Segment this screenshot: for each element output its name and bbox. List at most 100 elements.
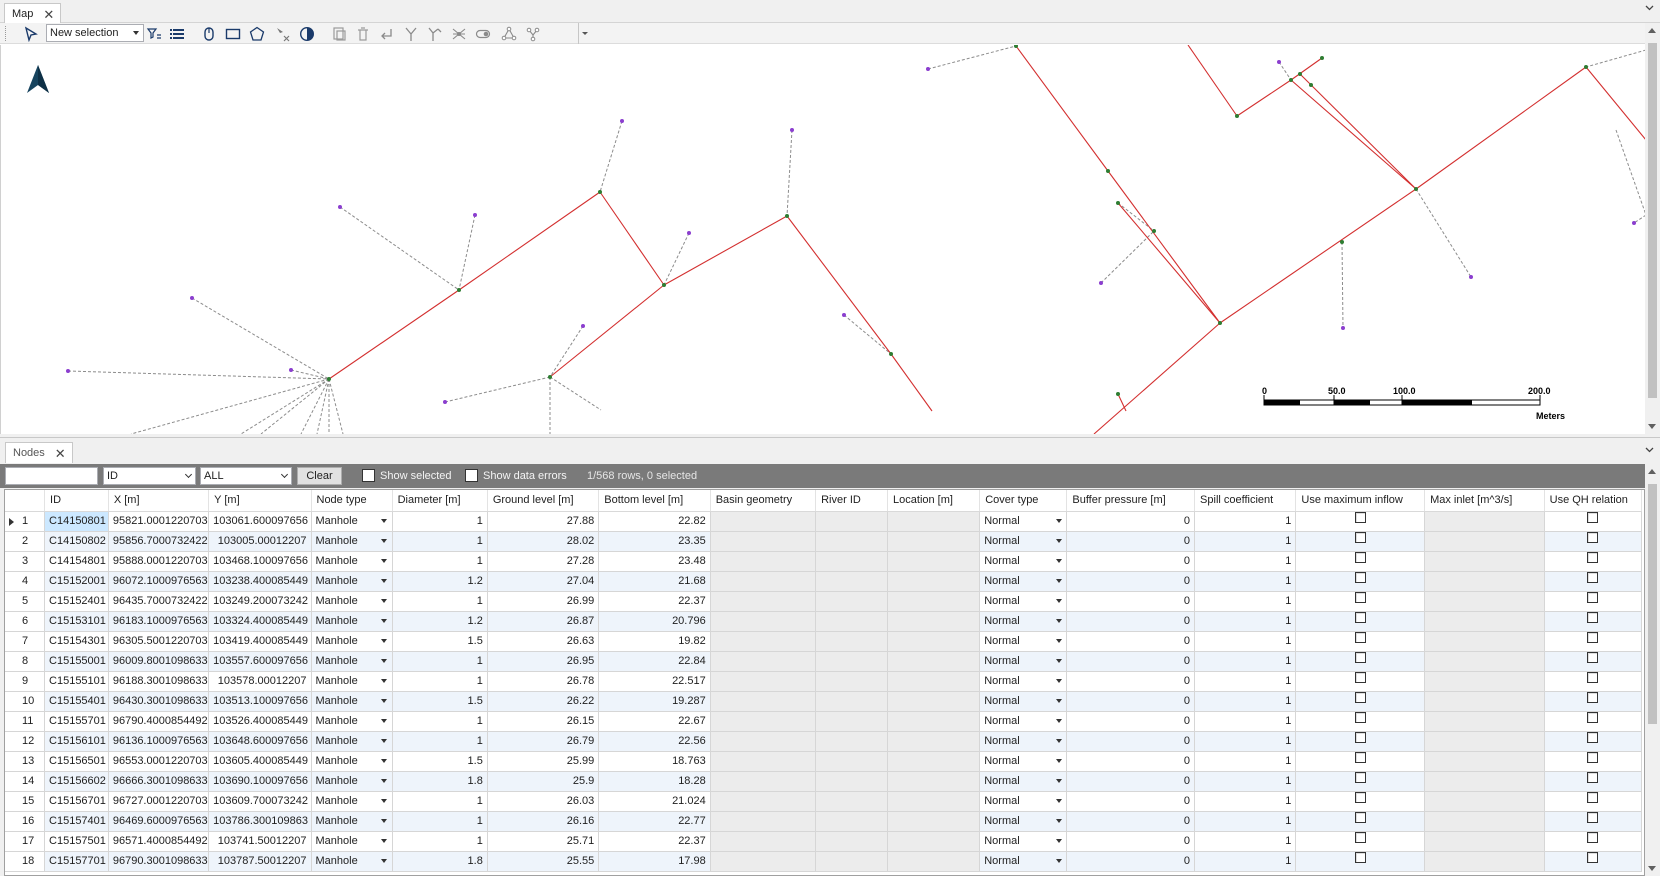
cell-buffer-pressure[interactable]: 0: [1066, 791, 1196, 812]
cell-spill-coefficient[interactable]: 1: [1194, 551, 1297, 572]
checkbox[interactable]: [1354, 612, 1366, 623]
cell-node-type[interactable]: Manhole: [311, 551, 393, 572]
cell-cover-type[interactable]: Normal: [979, 671, 1068, 692]
cell-use-qh-relation[interactable]: [1544, 851, 1643, 872]
checkbox[interactable]: [1587, 692, 1599, 703]
cell-buffer-pressure[interactable]: 0: [1066, 711, 1196, 732]
cell-x[interactable]: 96571.4000854492: [108, 831, 210, 852]
cell-x[interactable]: 96790.4000854492: [108, 711, 210, 732]
selection-mode-select[interactable]: New selection: [46, 24, 144, 42]
cell-use-maximum-inflow[interactable]: [1295, 651, 1426, 672]
cell-cover-type[interactable]: Normal: [979, 771, 1068, 792]
cell-bottom-level[interactable]: 19.82: [598, 631, 711, 652]
cell-use-maximum-inflow[interactable]: [1295, 551, 1426, 572]
cell-use-maximum-inflow[interactable]: [1295, 671, 1426, 692]
chevron-down-icon[interactable]: [377, 552, 391, 571]
row-header[interactable]: 5: [5, 591, 46, 612]
clear-button[interactable]: Clear: [297, 467, 342, 485]
chevron-down-icon[interactable]: [1645, 5, 1654, 11]
cell-y[interactable]: 103249.200073242: [208, 591, 312, 612]
cell-spill-coefficient[interactable]: 1: [1194, 851, 1297, 872]
cell-id[interactable]: C14150801: [44, 511, 109, 532]
cell-id[interactable]: C14154801: [44, 551, 109, 572]
cell-cover-type[interactable]: Normal: [979, 851, 1068, 872]
cell-bottom-level[interactable]: 17.98: [598, 851, 711, 872]
cell-buffer-pressure[interactable]: 0: [1066, 811, 1196, 832]
cell-spill-coefficient[interactable]: 1: [1194, 611, 1297, 632]
chevron-down-icon[interactable]: [377, 672, 391, 691]
cell-use-qh-relation[interactable]: [1544, 651, 1643, 672]
cell-y[interactable]: 103690.100097656: [208, 771, 312, 792]
filter-list-icon[interactable]: [143, 24, 165, 43]
cell-diameter[interactable]: 1.5: [392, 691, 488, 712]
cell-buffer-pressure[interactable]: 0: [1066, 591, 1196, 612]
cell-use-qh-relation[interactable]: [1544, 571, 1643, 592]
cell-use-qh-relation[interactable]: [1544, 791, 1643, 812]
nodes-icon[interactable]: [498, 24, 520, 43]
column-header[interactable]: X [m]: [108, 490, 210, 512]
chevron-down-icon[interactable]: [1051, 752, 1065, 771]
cell-x[interactable]: 95821.0001220703: [108, 511, 210, 532]
filter-scope-select[interactable]: ALL: [200, 467, 292, 485]
cell-id[interactable]: C15157501: [44, 831, 109, 852]
column-header[interactable]: River ID: [815, 490, 889, 512]
cell-diameter[interactable]: 1: [392, 831, 488, 852]
cell-x[interactable]: 96435.7000732422: [108, 591, 210, 612]
cell-bottom-level[interactable]: 22.37: [598, 591, 711, 612]
cell-y[interactable]: 103741.50012207: [208, 831, 312, 852]
cell-y[interactable]: 103578.00012207: [208, 671, 312, 692]
checkbox[interactable]: [1354, 532, 1366, 543]
cell-diameter[interactable]: 1: [392, 531, 488, 552]
column-header[interactable]: Spill coefficient: [1194, 490, 1297, 512]
cell-node-type[interactable]: Manhole: [311, 651, 393, 672]
cell-node-type[interactable]: Manhole: [311, 691, 393, 712]
row-header[interactable]: 17: [5, 831, 46, 852]
chevron-down-icon[interactable]: [1051, 592, 1065, 611]
cell-buffer-pressure[interactable]: 0: [1066, 631, 1196, 652]
cell-y[interactable]: 103061.600097656: [208, 511, 312, 532]
chevron-down-icon[interactable]: [1051, 552, 1065, 571]
cell-use-qh-relation[interactable]: [1544, 751, 1643, 772]
row-header[interactable]: 3: [5, 551, 46, 572]
cell-buffer-pressure[interactable]: 0: [1066, 571, 1196, 592]
row-header[interactable]: 11: [5, 711, 46, 732]
cell-spill-coefficient[interactable]: 1: [1194, 591, 1297, 612]
cell-node-type[interactable]: Manhole: [311, 511, 393, 532]
cell-x[interactable]: 96183.1000976563: [108, 611, 210, 632]
cell-spill-coefficient[interactable]: 1: [1194, 691, 1297, 712]
table-row[interactable]: 11 C15155701 96790.4000854492 103526.400085…: [5, 711, 1643, 732]
table-row[interactable]: 15 C15156701 96727.0001220703 103609.700073…: [5, 791, 1643, 812]
cell-diameter[interactable]: 1.2: [392, 571, 488, 592]
table-row[interactable]: 10 C15155401 96430.3001098633 103513.100097…: [5, 691, 1643, 712]
chevron-down-icon[interactable]: [377, 792, 391, 811]
cell-y[interactable]: 103238.400085449: [208, 571, 312, 592]
checkbox[interactable]: [1354, 812, 1366, 823]
table-row[interactable]: 8 C15155001 96009.8001098633 103557.6000976…: [5, 651, 1643, 672]
cell-spill-coefficient[interactable]: 1: [1194, 671, 1297, 692]
undo-icon[interactable]: [376, 24, 398, 43]
cell-spill-coefficient[interactable]: 1: [1194, 711, 1297, 732]
chevron-down-icon[interactable]: [1051, 832, 1065, 851]
cell-cover-type[interactable]: Normal: [979, 611, 1068, 632]
search-input[interactable]: [5, 467, 98, 485]
cell-use-maximum-inflow[interactable]: [1295, 831, 1426, 852]
cell-use-maximum-inflow[interactable]: [1295, 731, 1426, 752]
cell-x[interactable]: 96305.5001220703: [108, 631, 210, 652]
nodes-table[interactable]: ID X [m] Y [m] Node type Diameter [m] Ground …: [4, 489, 1645, 876]
checkbox[interactable]: [1354, 672, 1366, 683]
checkbox[interactable]: [1354, 712, 1366, 723]
cell-spill-coefficient[interactable]: 1: [1194, 631, 1297, 652]
cell-x[interactable]: 96188.3001098633: [108, 671, 210, 692]
checkbox[interactable]: [1587, 732, 1599, 743]
chevron-down-icon[interactable]: [377, 772, 391, 791]
contrast-icon[interactable]: [296, 24, 318, 43]
cell-use-qh-relation[interactable]: [1544, 611, 1643, 632]
chevron-down-icon[interactable]: [1051, 712, 1065, 731]
cell-use-maximum-inflow[interactable]: [1295, 771, 1426, 792]
cell-bottom-level[interactable]: 19.287: [598, 691, 711, 712]
cell-cover-type[interactable]: Normal: [979, 731, 1068, 752]
chevron-down-icon[interactable]: [377, 612, 391, 631]
cell-buffer-pressure[interactable]: 0: [1066, 751, 1196, 772]
cell-ground-level[interactable]: 26.79: [487, 731, 600, 752]
chevron-down-icon[interactable]: [1051, 612, 1065, 631]
